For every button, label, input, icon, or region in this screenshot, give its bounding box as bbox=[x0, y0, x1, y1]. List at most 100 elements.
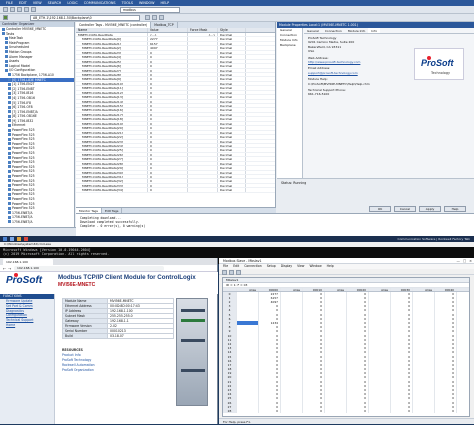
register-col-header[interactable]: Alias bbox=[369, 287, 391, 291]
tree-item-label: Controller MVI56E_MNETC bbox=[6, 27, 47, 31]
register-cell[interactable] bbox=[325, 408, 347, 414]
register-cell[interactable] bbox=[237, 408, 259, 414]
menu-item[interactable]: EDIT bbox=[19, 1, 27, 5]
tag-style: Decimal bbox=[218, 112, 246, 117]
tag-force-mask bbox=[188, 130, 218, 135]
tag-style: Decimal bbox=[218, 152, 246, 157]
studio-icon[interactable] bbox=[24, 237, 28, 241]
register-col-header[interactable]: 00040 bbox=[435, 287, 457, 291]
sidebar-link[interactable]: Home bbox=[0, 323, 54, 328]
close-icon[interactable]: × bbox=[469, 258, 472, 264]
tag-force-mask bbox=[188, 152, 218, 157]
open-icon[interactable] bbox=[229, 270, 234, 275]
register-cell[interactable]: 0 bbox=[435, 408, 457, 414]
new-file-icon[interactable] bbox=[3, 7, 8, 12]
tree-node-icon bbox=[5, 59, 8, 63]
tag-name: MNETC.DATA.ReadData[1] bbox=[76, 41, 148, 46]
save-file-icon[interactable] bbox=[236, 270, 241, 275]
tag-force-mask bbox=[188, 188, 218, 192]
register-cell[interactable] bbox=[281, 408, 303, 414]
register-col-header[interactable]: Alias bbox=[413, 287, 435, 291]
cmd-output: Microsoft Windows [Version 10.0.19044.26… bbox=[3, 248, 109, 256]
register-row[interactable]: 28 0 0 0 0 0 bbox=[223, 408, 469, 414]
tree-item-label: I/O Configuration bbox=[9, 68, 36, 73]
register-col-header[interactable]: 00000 bbox=[259, 287, 281, 291]
save-icon[interactable] bbox=[17, 7, 22, 12]
tree-item-label: PowerFlex 525 bbox=[12, 174, 35, 178]
props-nav-item[interactable]: Backplane bbox=[277, 43, 302, 48]
back-arrow-icon[interactable]: ← bbox=[3, 266, 6, 271]
menu-item[interactable]: VIEW bbox=[33, 1, 42, 5]
explorer-icon[interactable] bbox=[10, 237, 14, 241]
props-tab[interactable]: Info bbox=[368, 28, 381, 33]
menu-item[interactable]: SEARCH bbox=[48, 1, 62, 5]
menu-item[interactable]: COMMUNICATIONS bbox=[84, 1, 116, 5]
menu-item[interactable]: TOOLS bbox=[122, 1, 133, 5]
menu-item[interactable]: WINDOW bbox=[139, 1, 155, 5]
upload-icon[interactable] bbox=[152, 15, 157, 20]
register-cell[interactable]: 0 bbox=[303, 408, 325, 414]
tree-node-icon bbox=[8, 123, 11, 127]
register-col-header[interactable]: 00030 bbox=[391, 287, 413, 291]
tree-node-icon bbox=[5, 41, 8, 45]
open-file-icon[interactable] bbox=[10, 7, 15, 12]
register-col-header[interactable]: Alias bbox=[325, 287, 347, 291]
tag-force-mask bbox=[188, 157, 218, 161]
download-icon[interactable] bbox=[159, 15, 164, 20]
tag-style: Decimal bbox=[218, 59, 246, 64]
minimize-icon[interactable]: — bbox=[457, 258, 460, 264]
address-bar[interactable]: 192.168.1.100 bbox=[14, 266, 164, 271]
tag-force-mask bbox=[188, 104, 218, 108]
tree-item-label: PowerFlex 525 bbox=[12, 192, 35, 197]
register-cell[interactable] bbox=[369, 408, 391, 414]
register-col-header[interactable] bbox=[223, 287, 237, 291]
register-col-header[interactable]: 00010 bbox=[303, 287, 325, 291]
register-col-header[interactable]: Alias bbox=[281, 287, 303, 291]
go-online-icon[interactable] bbox=[145, 15, 150, 20]
folder-icon[interactable] bbox=[17, 237, 21, 241]
tag-name: MNETC.DATA.ReadData[24] bbox=[76, 143, 148, 148]
register-cell[interactable]: 0 bbox=[259, 408, 281, 414]
props-tab[interactable]: Connection bbox=[322, 28, 345, 33]
search-input[interactable]: modbus bbox=[120, 7, 180, 13]
tree-node-icon bbox=[5, 68, 8, 72]
prosoft-page-swoosh-icon bbox=[14, 273, 18, 277]
register-col-header[interactable]: Alias bbox=[237, 287, 259, 291]
resource-link[interactable]: ProSoft Organization bbox=[62, 368, 172, 373]
col-force-mask[interactable]: Force Mask bbox=[188, 28, 218, 32]
tree-node-icon bbox=[8, 151, 11, 155]
tree-item-label: [1] 1756-EN2T bbox=[12, 82, 35, 87]
col-name[interactable]: Name bbox=[76, 28, 148, 32]
col-value[interactable]: Value bbox=[148, 28, 188, 32]
cut-icon[interactable] bbox=[24, 7, 29, 12]
forward-arrow-icon[interactable]: → bbox=[8, 266, 11, 271]
tag-force-mask bbox=[188, 86, 218, 90]
tag-force-mask bbox=[188, 179, 218, 183]
register-cell[interactable] bbox=[413, 408, 435, 414]
info-key: Build bbox=[62, 333, 108, 339]
help-button[interactable]: Help bbox=[444, 206, 466, 212]
start-icon[interactable] bbox=[3, 237, 7, 241]
table-row[interactable]: MNETC.DATA.ReadData[34] 0 Decimal bbox=[76, 188, 275, 193]
copy-icon[interactable] bbox=[31, 7, 36, 12]
register-cell[interactable]: 0 bbox=[347, 408, 369, 414]
tag-style: Decimal bbox=[218, 148, 246, 152]
tag-value: 0 bbox=[148, 55, 188, 59]
tag-name: MNETC.DATA.ReadData[21] bbox=[76, 130, 148, 135]
register-col-header[interactable]: 00020 bbox=[347, 287, 369, 291]
menu-item[interactable]: HELP bbox=[161, 1, 170, 5]
register-cell[interactable]: 0 bbox=[391, 408, 413, 414]
new-icon[interactable] bbox=[222, 270, 227, 275]
menu-item[interactable]: FILE bbox=[6, 1, 13, 5]
info-row: Build 03.18.07 bbox=[62, 333, 174, 339]
col-style[interactable]: Style bbox=[218, 28, 246, 32]
maximize-icon[interactable]: □ bbox=[463, 258, 466, 264]
tree-item[interactable]: 1756-ENBT/A bbox=[0, 220, 74, 225]
cancel-button[interactable]: Cancel bbox=[394, 206, 416, 212]
apply-button[interactable]: Apply bbox=[419, 206, 441, 212]
props-tab[interactable]: General bbox=[304, 28, 322, 33]
path-input[interactable]: AB_ETH-1\192.168.1.50\Backplane\0 bbox=[30, 15, 140, 21]
ok-button[interactable]: OK bbox=[369, 206, 391, 212]
menu-item[interactable]: LOGIC bbox=[67, 1, 77, 5]
props-tab[interactable]: Module Info bbox=[345, 28, 369, 33]
